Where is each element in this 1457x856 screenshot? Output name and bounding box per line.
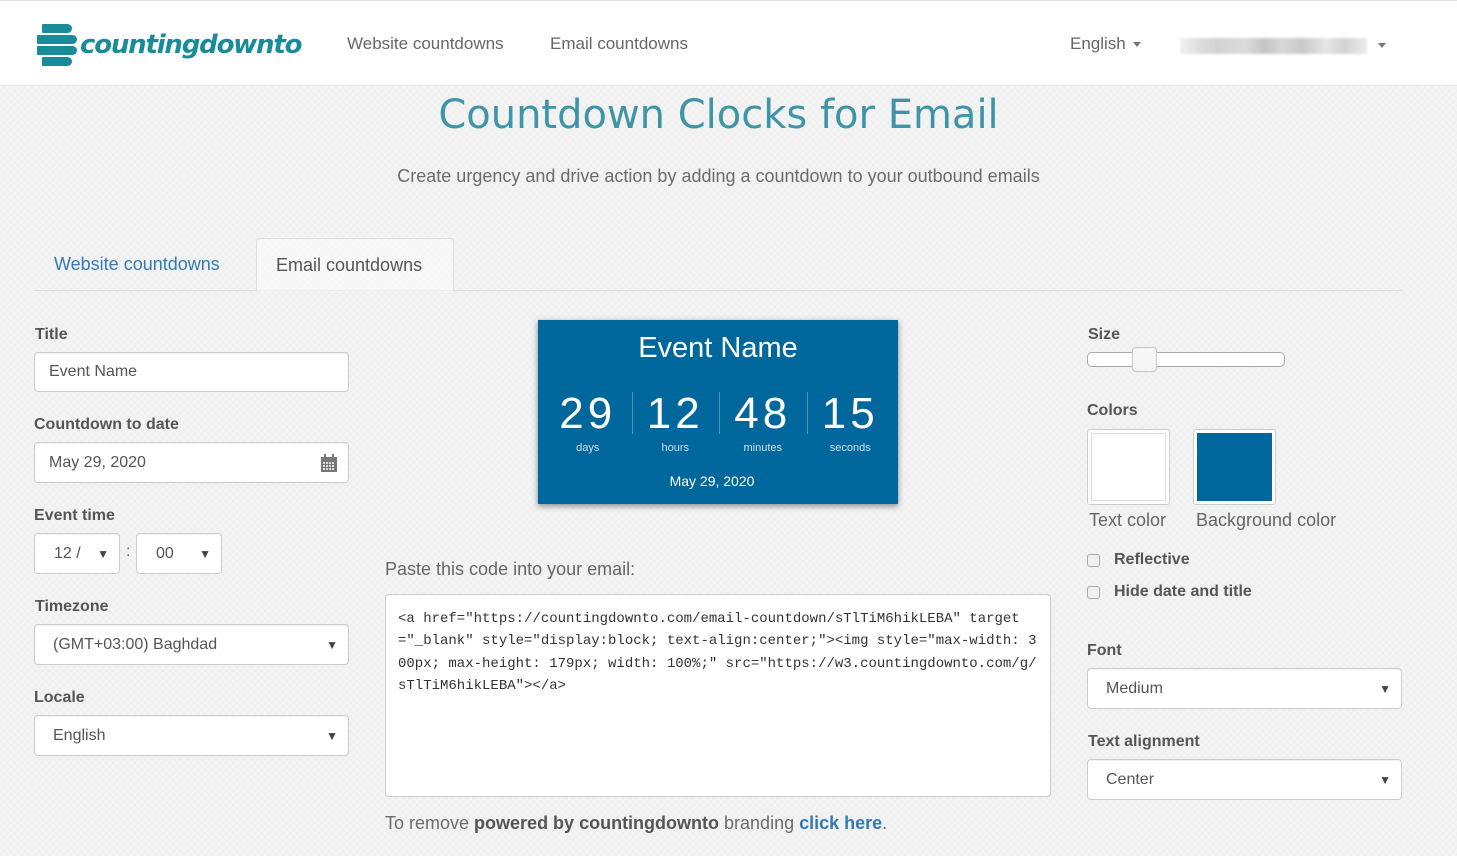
time-separator: : bbox=[126, 543, 131, 560]
size-label: Size bbox=[1088, 326, 1121, 343]
code-label: Paste this code into your email: bbox=[385, 559, 636, 579]
dropdown-arrow-icon: ▼ bbox=[199, 546, 211, 561]
language-dropdown[interactable]: English bbox=[1070, 34, 1141, 54]
text-color-swatch[interactable] bbox=[1087, 429, 1170, 505]
date-input[interactable]: May 29, 2020 bbox=[34, 442, 349, 483]
reflective-checkbox[interactable] bbox=[1087, 553, 1100, 567]
size-slider[interactable] bbox=[1087, 347, 1285, 372]
dropdown-arrow-icon: ▼ bbox=[326, 637, 338, 652]
background-color-swatch[interactable] bbox=[1193, 429, 1276, 505]
reflective-label: Reflective bbox=[1114, 551, 1190, 568]
top-navbar: countingdownto Website countdowns Email … bbox=[0, 0, 1457, 86]
title-label: Title bbox=[35, 326, 68, 343]
hide-date-title-option[interactable]: Hide date and title bbox=[1087, 583, 1252, 601]
tab-email-countdowns[interactable]: Email countdowns bbox=[256, 238, 454, 292]
timezone-value: (GMT+03:00) Baghdad bbox=[53, 635, 218, 653]
title-input-value: Event Name bbox=[49, 363, 138, 380]
page-subtitle: Create urgency and drive action by addin… bbox=[397, 166, 1040, 186]
preview-units: 29 days 12 hours 48 minutes 15 seconds bbox=[544, 390, 894, 460]
event-time-label: Event time bbox=[34, 507, 115, 524]
user-menu-redacted[interactable] bbox=[1180, 38, 1367, 54]
text-alignment-select[interactable]: Center ▼ bbox=[1087, 759, 1402, 800]
branding-note: To remove powered by countingdownto bran… bbox=[385, 813, 887, 834]
branding-bold: powered by countingdownto bbox=[474, 813, 720, 833]
reflective-option[interactable]: Reflective bbox=[1087, 551, 1190, 569]
hide-date-title-checkbox[interactable] bbox=[1087, 585, 1100, 599]
locale-label: Locale bbox=[34, 689, 85, 706]
hide-date-title-label: Hide date and title bbox=[1114, 583, 1252, 600]
embed-code-textarea[interactable]: <a href="https://countingdownto.com/emai… bbox=[385, 594, 1051, 797]
title-input[interactable]: Event Name bbox=[34, 352, 349, 392]
days-label: days bbox=[576, 442, 600, 454]
text-alignment-value: Center bbox=[1106, 770, 1155, 788]
dropdown-arrow-icon: ▼ bbox=[1379, 772, 1391, 787]
date-input-value: May 29, 2020 bbox=[49, 453, 146, 471]
minutes-label: minutes bbox=[743, 442, 783, 454]
language-label: English bbox=[1070, 34, 1126, 53]
locale-value: English bbox=[53, 726, 106, 744]
remove-branding-link[interactable]: click here bbox=[799, 813, 882, 833]
calendar-icon[interactable] bbox=[320, 454, 338, 473]
colors-label: Colors bbox=[1087, 402, 1138, 419]
minutes-value: 48 bbox=[734, 389, 792, 438]
branding-prefix: To remove bbox=[385, 813, 475, 833]
background-color-fill bbox=[1197, 433, 1272, 501]
tab-website-countdowns[interactable]: Website countdowns bbox=[36, 238, 238, 291]
unit-hours: 12 hours bbox=[631, 389, 720, 460]
text-color-label: Text color bbox=[1089, 510, 1167, 530]
logo-icon bbox=[36, 20, 80, 68]
preview-title: Event Name bbox=[638, 332, 798, 364]
dropdown-arrow-icon: ▼ bbox=[326, 728, 338, 743]
size-slider-handle[interactable] bbox=[1132, 347, 1158, 372]
font-value: Medium bbox=[1106, 679, 1163, 697]
logo[interactable]: countingdownto bbox=[36, 19, 302, 69]
logo-text: countingdownto bbox=[80, 30, 302, 60]
unit-seconds: 15 seconds bbox=[806, 389, 895, 460]
seconds-value: 15 bbox=[821, 389, 879, 438]
timezone-label: Timezone bbox=[35, 598, 109, 615]
caret-down-icon[interactable] bbox=[1378, 43, 1386, 48]
dropdown-arrow-icon: ▼ bbox=[1379, 681, 1391, 696]
caret-down-icon bbox=[1132, 42, 1141, 48]
seconds-label: seconds bbox=[829, 442, 871, 454]
locale-select[interactable]: English ▼ bbox=[34, 715, 349, 756]
countdown-preview: Event Name 29 days 12 hours 48 minutes 1… bbox=[538, 320, 898, 504]
font-label: Font bbox=[1087, 642, 1122, 659]
hours-label: hours bbox=[661, 442, 690, 454]
text-color-fill bbox=[1091, 433, 1166, 501]
preview-date: May 29, 2020 bbox=[669, 473, 755, 489]
font-select[interactable]: Medium ▼ bbox=[1087, 668, 1402, 709]
minute-select[interactable]: 00 ▼ bbox=[136, 533, 222, 574]
hours-value: 12 bbox=[646, 389, 704, 438]
hour-value: 12 / bbox=[54, 544, 81, 562]
days-value: 29 bbox=[559, 389, 617, 438]
unit-minutes: 48 minutes bbox=[719, 390, 807, 460]
text-alignment-label: Text alignment bbox=[1088, 733, 1200, 750]
branding-middle: branding bbox=[719, 813, 800, 833]
branding-suffix: . bbox=[882, 813, 888, 833]
page-title: Countdown Clocks for Email bbox=[438, 92, 999, 138]
date-label: Countdown to date bbox=[34, 416, 179, 433]
tab-bar: Website countdowns Email countdowns bbox=[34, 238, 1402, 292]
unit-days: 29 days bbox=[544, 390, 632, 460]
minute-value: 00 bbox=[156, 544, 174, 562]
background-color-label: Background color bbox=[1196, 510, 1337, 530]
nav-website-countdowns[interactable]: Website countdowns bbox=[347, 34, 504, 54]
timezone-select[interactable]: (GMT+03:00) Baghdad ▼ bbox=[34, 624, 349, 665]
dropdown-arrow-icon: ▼ bbox=[97, 546, 109, 561]
nav-email-countdowns[interactable]: Email countdowns bbox=[550, 34, 688, 54]
hour-select[interactable]: 12 / ▼ bbox=[34, 533, 120, 574]
